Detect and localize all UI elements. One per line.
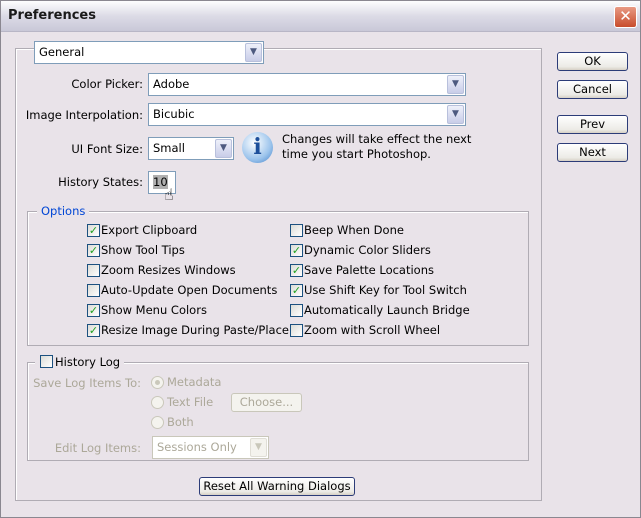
radio-metadata-label: Metadata	[167, 375, 222, 389]
prev-button[interactable]: Prev	[557, 115, 628, 134]
checkbox-save-palette-locations[interactable]: ✓	[290, 264, 303, 277]
chevron-down-icon[interactable]: ▼	[245, 43, 262, 62]
checkbox-label: Show Menu Colors	[101, 303, 207, 317]
edit-log-value: Sessions Only	[157, 440, 237, 454]
checkbox-export-clipboard[interactable]: ✓	[87, 224, 100, 237]
checkbox-label: Zoom with Scroll Wheel	[304, 323, 441, 337]
ui-font-size-value: Small	[153, 141, 185, 155]
radio-text-file-label: Text File	[167, 395, 214, 409]
checkbox-label: Save Palette Locations	[304, 263, 434, 277]
checkbox-show-tool-tips[interactable]: ✓	[87, 244, 100, 257]
ui-font-size-select[interactable]: Small ▼	[148, 137, 234, 160]
checkbox-label: Use Shift Key for Tool Switch	[304, 283, 467, 297]
image-interpolation-value: Bicubic	[153, 107, 195, 121]
radio-metadata[interactable]	[151, 376, 164, 389]
checkbox-show-menu-colors[interactable]: ✓	[87, 304, 100, 317]
window-title: Preferences	[8, 8, 96, 23]
options-legend: Options	[37, 204, 90, 218]
chevron-down-icon[interactable]: ▼	[250, 438, 267, 457]
radio-both[interactable]	[151, 416, 164, 429]
checkbox-label: Beep When Done	[304, 223, 404, 237]
close-icon[interactable]: ✕	[614, 6, 637, 28]
info-line-2: time you start Photoshop.	[282, 147, 431, 161]
checkbox-label: Resize Image During Paste/Place	[101, 323, 289, 337]
checkbox-zoom-resizes-windows[interactable]	[87, 264, 100, 277]
history-log-label: History Log	[55, 355, 121, 369]
checkbox-dynamic-color-sliders[interactable]: ✓	[290, 244, 303, 257]
section-select[interactable]: General ▼	[34, 41, 264, 64]
color-picker-select[interactable]: Adobe ▼	[148, 73, 466, 96]
radio-both-label: Both	[167, 415, 194, 429]
chevron-down-icon[interactable]: ▼	[447, 75, 464, 94]
checkbox-label: Export Clipboard	[101, 223, 198, 237]
color-picker-value: Adobe	[153, 77, 190, 91]
checkbox-label: Auto-Update Open Documents	[101, 283, 278, 297]
checkbox-auto-update-open-documents[interactable]	[87, 284, 100, 297]
color-picker-label: Color Picker:	[71, 77, 143, 91]
next-button[interactable]: Next	[557, 143, 628, 162]
chevron-down-icon[interactable]: ▼	[447, 105, 464, 124]
edit-log-select[interactable]: Sessions Only ▼	[152, 436, 269, 459]
history-log-checkbox[interactable]	[40, 355, 53, 368]
info-line-1: Changes will take effect the next	[282, 132, 472, 146]
preferences-dialog: Preferences ✕ General ▼ Color Picker: Ado…	[0, 0, 641, 518]
checkbox-label: Automatically Launch Bridge	[304, 303, 470, 317]
checkbox-resize-image-during-paste-place[interactable]: ✓	[87, 324, 100, 337]
ui-font-size-label: UI Font Size:	[71, 142, 143, 156]
save-log-label: Save Log Items To:	[33, 376, 141, 390]
info-text: Changes will take effect the next time yo…	[282, 132, 471, 162]
image-interpolation-label: Image Interpolation:	[25, 108, 143, 122]
info-icon: i	[242, 132, 273, 163]
checkbox-label: Zoom Resizes Windows	[101, 263, 236, 277]
edit-log-label: Edit Log Items:	[54, 441, 141, 455]
radio-text-file[interactable]	[151, 396, 164, 409]
choose-button[interactable]: Choose...	[231, 393, 302, 412]
hand-cursor-icon: ☝	[164, 185, 174, 204]
checkbox-label: Dynamic Color Sliders	[304, 243, 431, 257]
cancel-button[interactable]: Cancel	[557, 80, 628, 99]
checkbox-zoom-with-scroll-wheel[interactable]	[290, 324, 303, 337]
checkbox-label: Show Tool Tips	[101, 243, 185, 257]
checkbox-beep-when-done[interactable]	[290, 224, 303, 237]
chevron-down-icon[interactable]: ▼	[215, 139, 232, 158]
title-bar: Preferences ✕	[1, 1, 640, 32]
section-select-value: General	[39, 45, 85, 59]
checkbox-use-shift-key-for-tool-switch[interactable]: ✓	[290, 284, 303, 297]
history-log-legend: History Log	[35, 355, 125, 369]
image-interpolation-select[interactable]: Bicubic ▼	[148, 103, 466, 126]
ok-button[interactable]: OK	[557, 52, 628, 71]
checkbox-automatically-launch-bridge[interactable]	[290, 304, 303, 317]
reset-warning-dialogs-button[interactable]: Reset All Warning Dialogs	[199, 477, 355, 496]
history-states-label: History States:	[58, 175, 143, 189]
